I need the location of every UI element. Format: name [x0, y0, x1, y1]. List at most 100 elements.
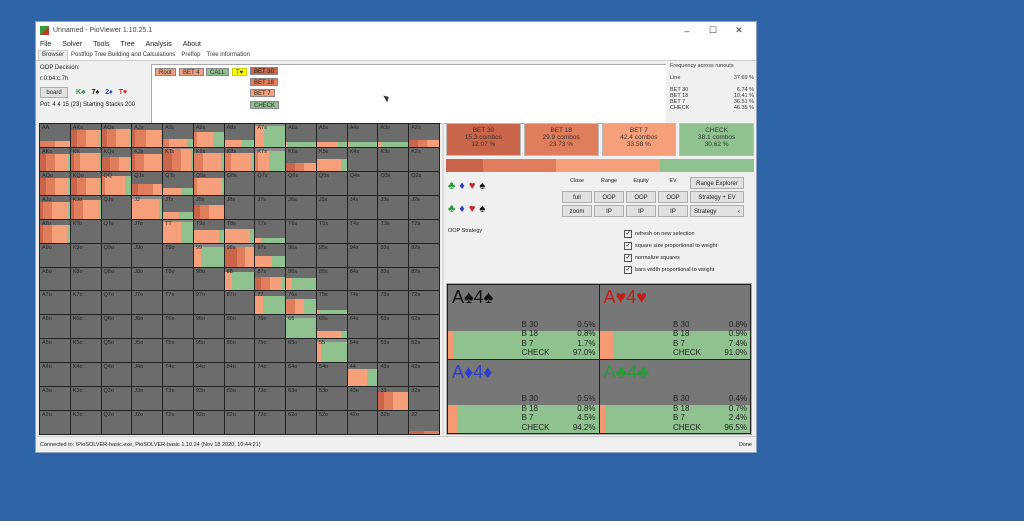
hand-cell-K8s[interactable]: K8s	[224, 147, 255, 171]
hand-cell-T7s[interactable]: T7s	[255, 219, 286, 243]
hand-cell-64o[interactable]: 64o	[286, 363, 316, 387]
hand-cell-Q7s[interactable]: Q7s	[255, 171, 286, 195]
hand-cell-74s[interactable]: 74s	[347, 291, 378, 315]
hand-cell-KQs[interactable]: KQs	[101, 147, 132, 171]
hand-cell-Q7o[interactable]: Q7o	[101, 291, 132, 315]
hand-cell-K2o[interactable]: K2o	[70, 411, 101, 434]
hand-cell-97o[interactable]: 97o	[193, 291, 224, 315]
hand-cell-A5o[interactable]: A5o	[40, 339, 70, 363]
hand-cell-54s[interactable]: 54s	[347, 339, 378, 363]
menu-analysis[interactable]: Analysis	[146, 41, 172, 48]
hand-cell-A8o[interactable]: A8o	[40, 267, 70, 291]
hand-cell-J8s[interactable]: J8s	[224, 195, 255, 219]
hand-cell-JTo[interactable]: JTo	[132, 219, 163, 243]
club-icon[interactable]: ♣	[448, 202, 455, 216]
hand-cell-82s[interactable]: 82s	[409, 267, 439, 291]
hand-cell-KJs[interactable]: KJs	[132, 147, 163, 171]
hand-cell-A4s[interactable]: A4s	[347, 124, 378, 147]
tree-node-bet7[interactable]: BET 7	[250, 89, 275, 97]
checkbox-square-size[interactable]: ✓ square size proportional to weight	[624, 240, 717, 252]
hand-cell-A4o[interactable]: A4o	[40, 363, 70, 387]
action-box-bet30[interactable]: BET 30 15.3 combos 12.07 %	[446, 123, 521, 156]
tree-node-turn-card[interactable]: T♥	[232, 68, 248, 76]
hand-cell-K2s[interactable]: K2s	[409, 147, 439, 171]
action-box-bet7[interactable]: BET 7 42.4 combos 33.58 %	[601, 123, 677, 156]
checkbox-bars-width[interactable]: ✓ bars width proportional to weight	[624, 264, 717, 276]
hand-cell-KTo[interactable]: KTo	[70, 219, 101, 243]
hand-cell-72s[interactable]: 72s	[409, 291, 439, 315]
hand-cell-Q2s[interactable]: Q2s	[409, 171, 439, 195]
hand-cell-84s[interactable]: 84s	[347, 267, 378, 291]
checkbox-normalize[interactable]: ✓ normalize squares	[624, 252, 717, 264]
menu-tree[interactable]: Tree	[120, 41, 134, 48]
hand-cell-J4o[interactable]: J4o	[132, 363, 163, 387]
heart-icon[interactable]: ♥	[469, 179, 476, 193]
hand-cell-AKs[interactable]: AKs	[70, 124, 101, 147]
hand-cell-QQ[interactable]: QQ	[101, 171, 132, 195]
hand-cell-A6o[interactable]: A6o	[40, 315, 70, 339]
club-icon[interactable]: ♣	[448, 179, 455, 193]
hand-cell-42s[interactable]: 42s	[409, 363, 439, 387]
hand-cell-53s[interactable]: 53s	[378, 339, 409, 363]
tab-preflop[interactable]: Preflop	[178, 51, 203, 60]
hand-cell-83o[interactable]: 83o	[224, 387, 255, 411]
hand-cell-JJ[interactable]: JJ	[132, 195, 163, 219]
hand-cell-96s[interactable]: 96s	[286, 243, 316, 267]
hand-cell-QTo[interactable]: QTo	[101, 219, 132, 243]
hand-cell-62o[interactable]: 62o	[286, 411, 316, 434]
hand-cell-K3o[interactable]: K3o	[70, 387, 101, 411]
minimize-button[interactable]: –	[674, 26, 700, 36]
tab-postflop-tree-building[interactable]: Postflop Tree Building and Calculations	[68, 51, 178, 60]
combo-detail[interactable]: A♦4♦ B 30 0.5% B 18 0.8% B 7 4.5% CHECK 94.2%	[448, 359, 599, 433]
heart-icon[interactable]: ♥	[469, 202, 476, 216]
hand-cell-44[interactable]: 44	[347, 363, 378, 387]
hand-cell-99[interactable]: 99	[193, 243, 224, 267]
hand-cell-52o[interactable]: 52o	[316, 411, 347, 434]
hand-cell-Q5o[interactable]: Q5o	[101, 339, 132, 363]
hand-cell-86s[interactable]: 86s	[286, 267, 316, 291]
hand-cell-A5s[interactable]: A5s	[316, 124, 347, 147]
ev-ip-button[interactable]: IP	[658, 205, 688, 217]
hand-cell-85s[interactable]: 85s	[316, 267, 347, 291]
hand-cell-32s[interactable]: 32s	[409, 387, 439, 411]
hand-cell-86o[interactable]: 86o	[224, 315, 255, 339]
strategy-ev-button[interactable]: Strategy + EV	[690, 191, 744, 203]
hand-cell-98o[interactable]: 98o	[193, 267, 224, 291]
hand-cell-J4s[interactable]: J4s	[347, 195, 378, 219]
hand-cell-T6s[interactable]: T6s	[286, 219, 316, 243]
hand-cell-K5s[interactable]: K5s	[316, 147, 347, 171]
menu-solver[interactable]: Solver	[62, 41, 82, 48]
hand-cell-43s[interactable]: 43s	[378, 363, 409, 387]
hand-cell-Q9s[interactable]: Q9s	[193, 171, 224, 195]
hand-cell-96o[interactable]: 96o	[193, 315, 224, 339]
hand-cell-KTs[interactable]: KTs	[163, 147, 193, 171]
combo-detail[interactable]: A♣4♣ B 30 0.4% B 18 0.7% B 7 2.4% CHECK 96.5%	[599, 359, 750, 433]
hand-cell-54o[interactable]: 54o	[316, 363, 347, 387]
menu-file[interactable]: File	[40, 41, 51, 48]
hand-cell-JTs[interactable]: JTs	[163, 195, 193, 219]
hand-cell-T2o[interactable]: T2o	[163, 411, 193, 434]
board-button[interactable]: board	[40, 87, 68, 98]
range-ip-button[interactable]: IP	[594, 205, 624, 217]
hand-cell-94o[interactable]: 94o	[193, 363, 224, 387]
hand-cell-J2s[interactable]: J2s	[409, 195, 439, 219]
hand-cell-92s[interactable]: 92s	[409, 243, 439, 267]
ev-oop-button[interactable]: OOP	[658, 191, 688, 203]
hand-cell-Q4o[interactable]: Q4o	[101, 363, 132, 387]
hand-cell-J5s[interactable]: J5s	[316, 195, 347, 219]
hand-cell-J2o[interactable]: J2o	[132, 411, 163, 434]
hand-cell-33[interactable]: 33	[378, 387, 409, 411]
hand-cell-95o[interactable]: 95o	[193, 339, 224, 363]
hand-cell-42o[interactable]: 42o	[347, 411, 378, 434]
hand-cell-T7o[interactable]: T7o	[163, 291, 193, 315]
hand-cell-94s[interactable]: 94s	[347, 243, 378, 267]
hand-cell-73s[interactable]: 73s	[378, 291, 409, 315]
hand-cell-AJo[interactable]: AJo	[40, 195, 70, 219]
hand-cell-65s[interactable]: 65s	[316, 315, 347, 339]
hand-cell-T6o[interactable]: T6o	[163, 315, 193, 339]
hand-cell-76s[interactable]: 76s	[286, 291, 316, 315]
hand-cell-J3s[interactable]: J3s	[378, 195, 409, 219]
tree-node-check[interactable]: CHECK	[250, 101, 280, 109]
hand-cell-AQo[interactable]: AQo	[40, 171, 70, 195]
hand-cell-32o[interactable]: 32o	[378, 411, 409, 434]
